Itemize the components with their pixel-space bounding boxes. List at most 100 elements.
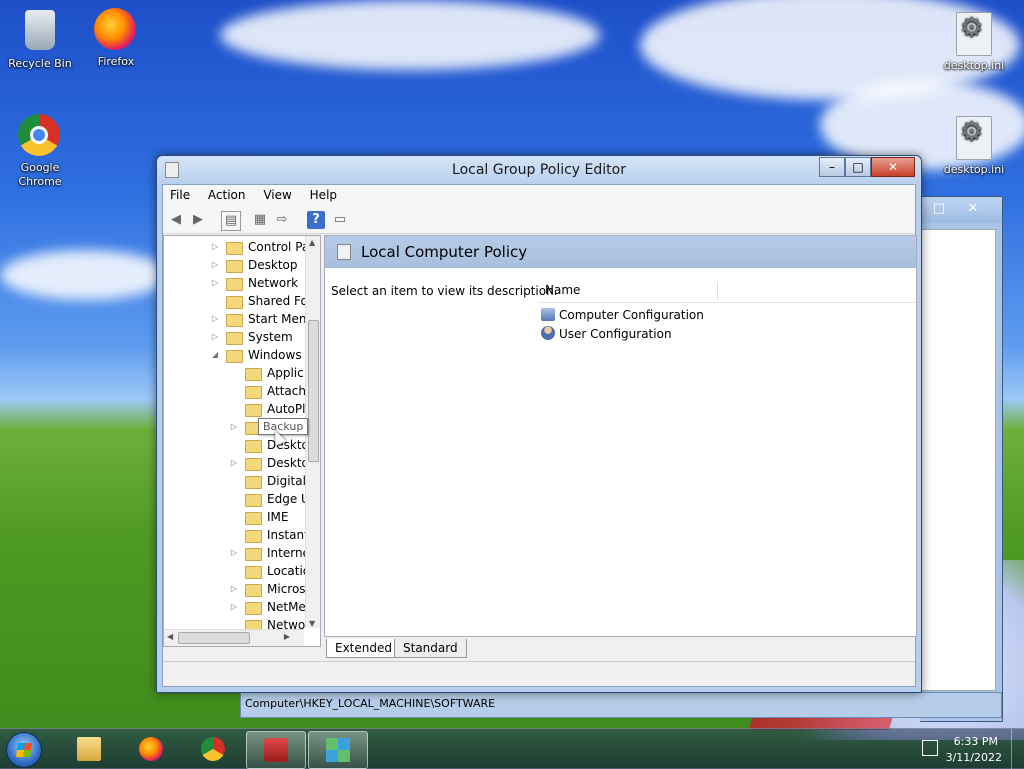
show-hide-console-tree-icon[interactable]: ▤: [221, 211, 241, 231]
expand-arrow-icon[interactable]: ▷: [229, 580, 239, 598]
folder-icon: [245, 584, 262, 597]
expand-arrow-icon[interactable]: ▷: [210, 310, 220, 328]
chrome-icon: [201, 737, 225, 761]
tree-item-label: Instant: [267, 528, 309, 542]
taskbar-explorer[interactable]: [60, 731, 118, 767]
network-icon[interactable]: [922, 740, 938, 756]
menu-bar: File Action View Help: [163, 185, 915, 207]
folder-icon: [245, 512, 262, 525]
expand-arrow-icon[interactable]: ▷: [229, 454, 239, 472]
desktop-icon-google-chrome[interactable]: Google Chrome: [2, 114, 78, 189]
maximize-icon[interactable]: □: [926, 200, 952, 218]
expand-arrow-icon[interactable]: ▷: [210, 328, 220, 346]
tab-standard[interactable]: Standard: [394, 639, 467, 658]
expand-arrow-icon[interactable]: ▷: [210, 274, 220, 292]
scroll-up-icon[interactable]: ▲: [309, 238, 315, 247]
tree-item-label: Digital: [267, 474, 306, 488]
description-text: Select an item to view its description.: [331, 284, 558, 298]
taskbar-firefox[interactable]: [122, 731, 180, 767]
scroll-down-icon[interactable]: ▼: [309, 619, 315, 628]
desktop-icon-label: desktop.ini: [943, 163, 1005, 176]
menu-file[interactable]: File: [163, 185, 197, 205]
folder-icon: [245, 548, 262, 561]
registry-editor-icon: [326, 738, 350, 762]
registry-status-bar: Computer\HKEY_LOCAL_MACHINE\SOFTWARE: [240, 692, 1002, 718]
console-tree[interactable]: ▷ Control Pa ▷ Desktop ▷ Network Shared Fol ▷ St…: [163, 235, 321, 647]
expand-arrow-icon[interactable]: ▷: [229, 598, 239, 616]
tree-vscroll-thumb[interactable]: [308, 320, 319, 462]
scroll-left-icon[interactable]: ◀: [167, 632, 173, 641]
column-name[interactable]: Name: [545, 283, 580, 297]
properties-icon[interactable]: ▦: [251, 211, 269, 229]
registry-content: [920, 229, 996, 691]
collapse-arrow-icon[interactable]: ◢: [210, 346, 220, 364]
export-list-icon[interactable]: ⇨: [273, 211, 291, 229]
folder-icon: [226, 260, 243, 273]
desktop-icon-label: Firefox: [97, 55, 135, 68]
tree-item-label: Locatio: [267, 564, 311, 578]
folder-icon: [226, 242, 243, 255]
desktop-icon-recycle-bin[interactable]: Recycle Bin: [2, 8, 78, 71]
list-item-computer-configuration[interactable]: Computer Configuration: [541, 306, 704, 324]
folder-icon: [226, 350, 243, 363]
column-header[interactable]: Name: [539, 280, 916, 303]
extended-view-icon[interactable]: ▭: [331, 211, 349, 229]
tab-extended[interactable]: Extended: [326, 639, 401, 658]
firefox-icon: [139, 737, 163, 761]
folder-icon: [245, 458, 262, 471]
folder-icon: [245, 566, 262, 579]
show-desktop-button[interactable]: [1011, 729, 1024, 769]
user-config-icon: [541, 326, 555, 340]
help-icon[interactable]: ?: [307, 211, 325, 229]
folder-icon: [245, 602, 262, 615]
expand-arrow-icon[interactable]: ▷: [229, 418, 239, 436]
settings-file-icon: [952, 12, 996, 56]
taskbar-registry-editor[interactable]: [308, 731, 368, 769]
title-bar[interactable]: Local Group Policy Editor – □ ✕: [157, 156, 921, 184]
expand-arrow-icon[interactable]: ▷: [210, 256, 220, 274]
scroll-right-icon[interactable]: ▶: [284, 632, 290, 641]
column-separator[interactable]: [717, 282, 718, 300]
minimize-button[interactable]: –: [819, 157, 845, 177]
folder-icon: [77, 737, 101, 761]
toolbox-icon: [264, 738, 288, 762]
tree-item-label: Desktop: [248, 258, 298, 272]
tree-horizontal-scrollbar[interactable]: ◀ ▶: [164, 629, 304, 646]
registry-editor-window[interactable]: □ ✕: [920, 196, 1003, 722]
tree-item-label: AutoPl: [267, 402, 306, 416]
tooltip: Backup: [258, 418, 309, 435]
folder-icon: [226, 314, 243, 327]
taskbar-toolbox[interactable]: [246, 731, 306, 769]
tree-hscroll-thumb[interactable]: [178, 632, 250, 644]
list-item-label: User Configuration: [559, 327, 672, 341]
tree-item-label: Network: [248, 276, 299, 290]
registry-path: Computer\HKEY_LOCAL_MACHINE\SOFTWARE: [245, 697, 496, 710]
start-button[interactable]: [6, 732, 42, 768]
menu-help[interactable]: Help: [303, 185, 344, 205]
registry-titlebar[interactable]: □ ✕: [920, 197, 1002, 223]
close-button[interactable]: ✕: [871, 157, 915, 177]
folder-icon: [245, 386, 262, 399]
details-header: Local Computer Policy: [325, 236, 916, 268]
details-pane: Local Computer Policy Select an item to …: [324, 235, 917, 637]
desktop-icon-firefox[interactable]: Firefox: [78, 8, 154, 69]
expand-arrow-icon[interactable]: ▷: [229, 544, 239, 562]
desktop-icon-desktop-ini[interactable]: desktop.ini: [936, 12, 1012, 73]
folder-icon: [226, 332, 243, 345]
list-item-user-configuration[interactable]: User Configuration: [541, 325, 672, 343]
taskbar-chrome[interactable]: [184, 731, 242, 767]
menu-action[interactable]: Action: [201, 185, 253, 205]
close-icon[interactable]: ✕: [960, 200, 986, 218]
clock-date[interactable]: 3/11/2022: [946, 751, 1002, 764]
maximize-button[interactable]: □: [845, 157, 871, 177]
clock-time[interactable]: 6:33 PM: [954, 735, 998, 748]
tree-item-label: Control Pa: [248, 240, 310, 254]
forward-icon[interactable]: ▶: [189, 211, 207, 229]
back-icon[interactable]: ◀: [167, 211, 185, 229]
menu-view[interactable]: View: [256, 185, 298, 205]
cloud: [220, 0, 600, 70]
cloud: [0, 250, 170, 300]
desktop-icon-desktop-ini[interactable]: desktop.ini: [936, 116, 1012, 177]
policy-icon: [337, 244, 351, 260]
expand-arrow-icon[interactable]: ▷: [210, 238, 220, 256]
